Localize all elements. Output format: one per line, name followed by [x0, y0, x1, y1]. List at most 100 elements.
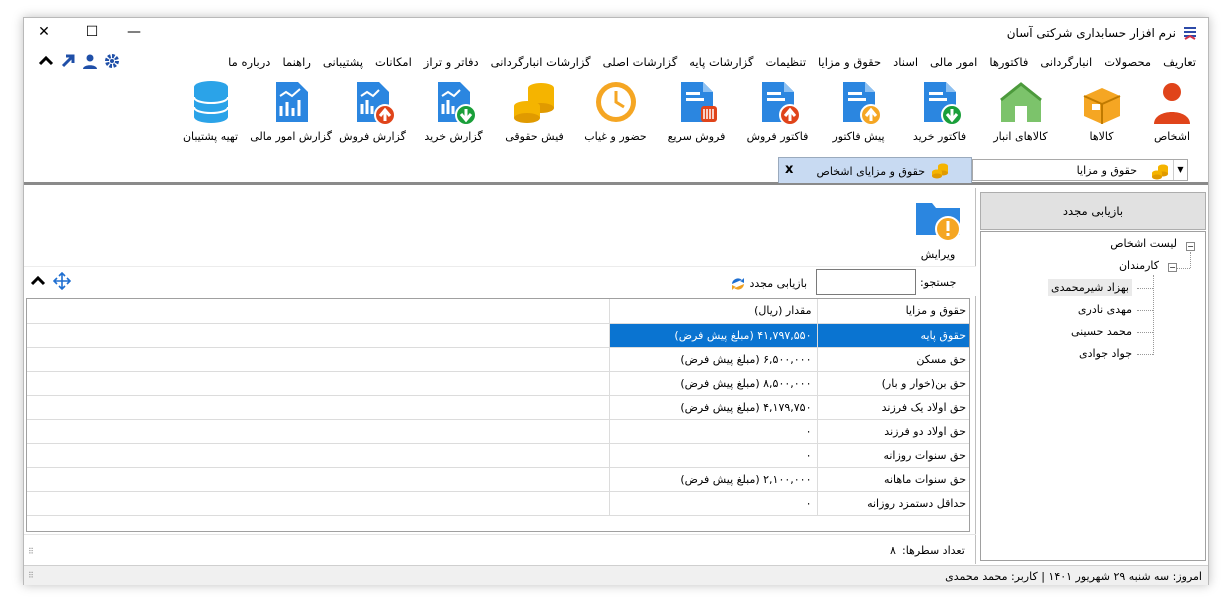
menu-item-11[interactable]: دفاتر و تراز — [418, 55, 485, 69]
menu-item-5[interactable]: اسناد — [887, 55, 924, 69]
refresh-link[interactable]: بازیابی مجدد — [730, 276, 807, 292]
menu-item-15[interactable]: درباره ما — [222, 55, 276, 69]
close-tab-icon[interactable]: x — [785, 162, 793, 177]
chevron-up-icon[interactable] — [29, 272, 47, 290]
menu-item-3[interactable]: فاکتورها — [983, 55, 1034, 69]
tree-person[interactable]: محمد حسینی — [1071, 325, 1132, 338]
filler-cell — [27, 347, 609, 372]
arrow-up-right-icon[interactable] — [60, 53, 76, 69]
move-icon[interactable] — [53, 272, 71, 290]
resize-grip-icon: ⠿ — [28, 547, 34, 556]
column-header-benefit[interactable]: حقوق و مزایا — [816, 299, 969, 324]
benefit-cell[interactable]: حداقل دستمزد روزانه — [816, 491, 969, 516]
table-row[interactable]: حق سنوات ماهانه ۲,۱۰۰,۰۰۰ (مبلغ پیش فرض) — [27, 467, 969, 492]
collapse-icon[interactable]: − — [1186, 242, 1195, 251]
maximize-button[interactable]: ☐ — [82, 23, 102, 41]
benefit-cell[interactable]: حق مسکن — [816, 347, 969, 372]
edit-button[interactable]: ویرایش — [912, 195, 964, 261]
minimize-button[interactable]: — — [124, 23, 144, 41]
toolbar-button-label: گزارش فروش — [339, 130, 406, 143]
gear-icon[interactable] — [104, 53, 120, 69]
row-count-label: تعداد سطرها: — [902, 544, 965, 557]
filler-cell — [27, 323, 609, 348]
amount-cell[interactable]: ۰ — [608, 419, 817, 444]
toolbar-button-7[interactable]: حضور و غیاب — [575, 78, 656, 148]
amount-cell[interactable]: ۸,۵۰۰,۰۰۰ (مبلغ پیش فرض) — [608, 371, 817, 396]
toolbar-button-label: فیش حقوقی — [505, 130, 564, 143]
benefit-cell[interactable]: حق اولاد دو فرزند — [816, 419, 969, 444]
toolbar-button-6[interactable]: فروش سریع — [656, 78, 737, 148]
amount-cell[interactable]: ۶,۵۰۰,۰۰۰ (مبلغ پیش فرض) — [608, 347, 817, 372]
menu-item-0[interactable]: تعاریف — [1157, 55, 1202, 69]
tree-group[interactable]: کارمندان — [1119, 259, 1159, 272]
chevron-down-icon[interactable]: ▼ — [1173, 160, 1187, 180]
toolbar-button-12[interactable]: تهیه پشتیبان — [170, 78, 251, 148]
purchase-report-icon — [437, 82, 477, 126]
toolbar-button-11[interactable]: گزارش امور مالی — [250, 78, 332, 148]
menu-item-9[interactable]: گزارشات اصلی — [597, 55, 684, 69]
toolbar-button-4[interactable]: پیش فاکتور — [818, 78, 899, 148]
amount-cell[interactable]: ۲,۱۰۰,۰۰۰ (مبلغ پیش فرض) — [608, 467, 817, 492]
amount-cell[interactable]: ۰ — [608, 491, 817, 516]
menu-item-7[interactable]: تنظیمات — [759, 55, 812, 69]
tree-person[interactable]: جواد جوادی — [1079, 347, 1132, 360]
grid-body: حقوق و مزایا مقدار (ریال) حقوق پایه ۴۱,۷۹… — [27, 299, 969, 516]
toolbar-button-8[interactable]: فیش حقوقی — [494, 78, 575, 148]
chevron-up-icon[interactable] — [38, 53, 54, 69]
tree-person[interactable]: مهدی نادری — [1078, 303, 1132, 316]
menu-item-10[interactable]: گزارشات انبارگردانی — [485, 55, 597, 69]
person-icon — [1154, 83, 1190, 124]
toolbar-button-label: گزارش خرید — [424, 130, 483, 143]
menu-item-12[interactable]: امکانات — [369, 55, 418, 69]
tree-root[interactable]: لیست اشخاص — [1110, 237, 1177, 250]
table-row[interactable]: حقوق پایه ۴۱,۷۹۷,۵۵۰ (مبلغ پیش فرض) — [27, 323, 969, 348]
table-row[interactable]: حق بن(خوار و بار) ۸,۵۰۰,۰۰۰ (مبلغ پیش فرض… — [27, 371, 969, 396]
toolbar-button-1[interactable]: کالاها — [1061, 78, 1142, 148]
tab-row: ▼ حقوق و مزایا حقوق و مزایای اشخاص x — [24, 155, 1208, 185]
column-header-amount[interactable]: مقدار (ریال) — [608, 299, 817, 324]
menu-item-14[interactable]: راهنما — [276, 55, 316, 69]
menu-item-13[interactable]: پشتیبانی — [317, 55, 369, 69]
benefit-cell[interactable]: حق بن(خوار و بار) — [816, 371, 969, 396]
table-row[interactable]: حق سنوات روزانه ۰ — [27, 443, 969, 468]
table-row[interactable]: حق اولاد یک فرزند ۴,۱۷۹,۷۵۰ (مبلغ پیش فرض… — [27, 395, 969, 420]
tab-salary-benefits[interactable]: حقوق و مزایای اشخاص x — [778, 157, 972, 183]
table-row[interactable]: حق مسکن ۶,۵۰۰,۰۰۰ (مبلغ پیش فرض) — [27, 347, 969, 372]
toolbar-button-3[interactable]: فاکتور خرید — [899, 78, 980, 148]
benefit-cell[interactable]: حقوق پایه — [816, 323, 969, 348]
menu-item-4[interactable]: امور مالی — [924, 55, 983, 69]
close-button[interactable]: ✕ — [34, 23, 54, 41]
sidebar-refresh-button[interactable]: بازیابی مجدد — [980, 192, 1206, 230]
user-icon[interactable] — [82, 53, 98, 69]
table-row[interactable]: حق اولاد دو فرزند ۰ — [27, 419, 969, 444]
resize-grip-icon: ⠿ — [28, 571, 34, 580]
benefit-cell[interactable]: حق سنوات روزانه — [816, 443, 969, 468]
menu-item-2[interactable]: انبارگردانی — [1034, 55, 1098, 69]
menu-item-8[interactable]: گزارشات پایه — [683, 55, 759, 69]
coins-icon — [513, 83, 554, 123]
grid-controls: بازیابی مجدد جستجو: — [24, 266, 976, 296]
module-dropdown[interactable]: ▼ حقوق و مزایا — [972, 159, 1188, 181]
benefit-cell[interactable]: حق سنوات ماهانه — [816, 467, 969, 492]
window-title: نرم افزار حسابداری شرکتی آسان — [1006, 26, 1176, 40]
menu-item-1[interactable]: محصولات — [1098, 55, 1157, 69]
search-input[interactable] — [816, 269, 916, 295]
filler-cell — [27, 371, 609, 396]
module-dropdown-label: حقوق و مزایا — [1076, 164, 1137, 177]
table-row[interactable]: حداقل دستمزد روزانه ۰ — [27, 491, 969, 516]
tree-line — [1190, 252, 1191, 268]
toolbar-button-label: گزارش امور مالی — [250, 130, 332, 143]
amount-cell[interactable]: ۴,۱۷۹,۷۵۰ (مبلغ پیش فرض) — [608, 395, 817, 420]
collapse-icon[interactable]: − — [1168, 263, 1177, 272]
menu-item-6[interactable]: حقوق و مزایا — [812, 55, 887, 69]
tree-person[interactable]: بهزاد شیرمحمدی — [1048, 279, 1132, 296]
amount-cell[interactable]: ۴۱,۷۹۷,۵۵۰ (مبلغ پیش فرض) — [608, 323, 817, 348]
toolbar-button-2[interactable]: کالاهای انبار — [980, 78, 1061, 148]
benefit-cell[interactable]: حق اولاد یک فرزند — [816, 395, 969, 420]
toolbar-button-0[interactable]: اشخاص — [1142, 78, 1202, 148]
amount-cell[interactable]: ۰ — [608, 443, 817, 468]
toolbar-button-9[interactable]: گزارش خرید — [413, 78, 494, 148]
toolbar-button-5[interactable]: فاکتور فروش — [737, 78, 818, 148]
toolbar-button-10[interactable]: گزارش فروش — [332, 78, 413, 148]
title-bar: نرم افزار حسابداری شرکتی آسان ✕ ☐ — — [24, 18, 1208, 48]
